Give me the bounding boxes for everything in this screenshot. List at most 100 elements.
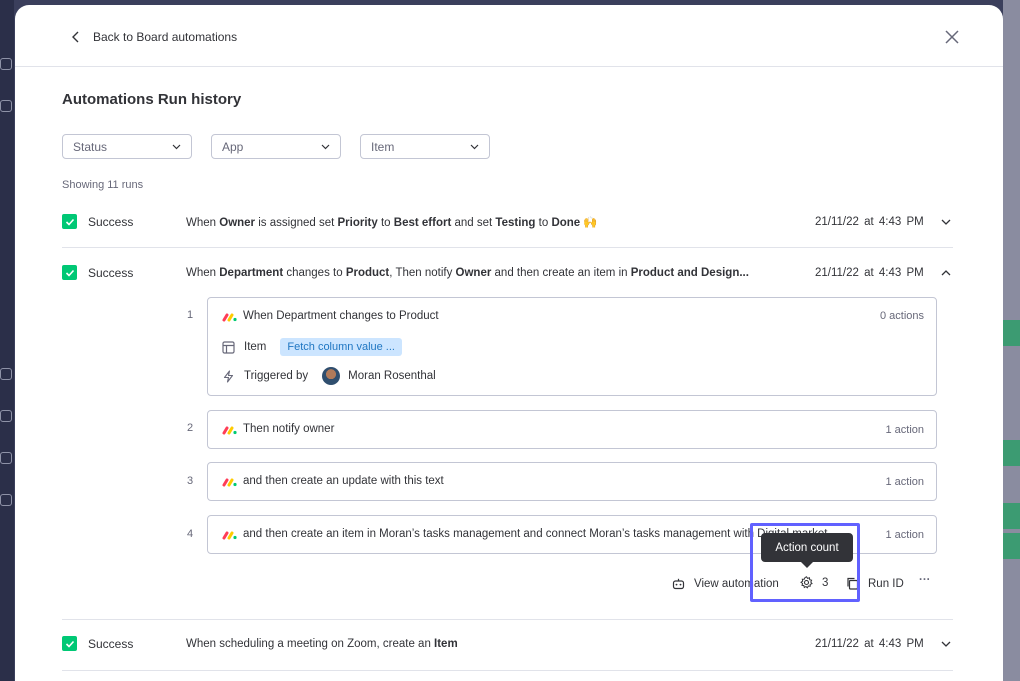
chevron-down-icon[interactable] [941,639,951,649]
description-keyword: Product [345,267,390,279]
lightning-icon [223,369,234,383]
step-actions: 0 actions [879,310,924,322]
chevron-down-icon [172,144,181,150]
filter-label: App [222,139,244,154]
step-number: 1 [187,309,194,321]
app-filter-dropdown[interactable]: App [211,134,341,159]
run-date: 21/11/22 at 4:43 PM [815,638,924,650]
run-status: Success [88,215,134,229]
step-actions: 1 action [885,424,924,436]
background-status-cell [1003,320,1020,346]
description-keyword: Priority [337,217,378,229]
description-text: When [186,217,220,229]
fetch-column-value-chip[interactable]: Fetch column value ... [280,338,402,356]
back-to-board-automations-link[interactable]: Back to Board automations [71,30,237,44]
calendar-icon [0,368,12,380]
step-text: When Department changes to Product [243,310,439,322]
filter-label: Item [371,139,395,154]
description-text: is assigned set [255,217,338,229]
status-filter-dropdown[interactable]: Status [62,134,192,159]
modal-header: Back to Board automations [15,5,1003,67]
description-keyword: Owner [455,267,492,279]
step-number: 4 [187,528,194,540]
more-options-button[interactable]: ··· [919,574,931,586]
help-icon [0,494,12,506]
run-description: When Department changes to Product, Then… [186,267,749,279]
description-keyword: Product and Design... [630,267,749,279]
robot-icon [672,578,685,590]
description-text: When [186,267,220,279]
runs-count: Showing 11 runs [62,179,144,191]
monday-logo-icon [222,313,237,322]
run-row[interactable]: Success When Owner is assigned set Prior… [62,214,953,234]
search-icon [0,452,12,464]
step-actions: 1 action [885,476,924,488]
description-keyword: Done [551,217,581,229]
divider [62,247,953,248]
description-text: and then create an item in [491,267,631,279]
item-label: Item [244,341,267,353]
run-status: Success [88,266,134,280]
step-card: and then create an update with this text… [207,462,937,501]
description-keyword: Department [219,267,284,279]
monday-logo-icon [222,426,237,435]
triggered-user[interactable]: Moran Rosenthal [348,370,436,382]
item-filter-dropdown[interactable]: Item [360,134,490,159]
run-id-label: Run ID [868,577,904,590]
step-text: and then create an update with this text [243,475,444,487]
description-keyword: Testing [495,217,536,229]
description-keyword: Best effort [393,217,452,229]
step-text: and then create an item in Moran’s tasks… [243,528,838,540]
avatar [322,367,341,385]
back-label: Back to Board automations [93,30,238,44]
step-text: Then notify owner [243,423,335,435]
invite-icon [0,410,12,422]
step-number: 3 [187,475,194,487]
divider [62,670,953,671]
description-text: changes to [283,267,346,279]
chevron-left-icon [72,31,79,43]
chevron-down-icon[interactable] [941,217,951,227]
step-number: 2 [187,422,194,434]
more-icon: ··· [919,574,931,586]
monday-logo-icon [222,478,237,487]
description-keyword: Owner [219,217,256,229]
item-row: Item Fetch column value ... [222,338,402,356]
description-text: to [377,217,394,229]
bell-icon [0,58,12,70]
background-status-cell [1003,533,1020,559]
page-title: Automations Run history [62,91,242,108]
chevron-up-icon[interactable] [941,268,951,278]
run-date: 21/11/22 at 4:43 PM [815,267,924,279]
run-description: When Owner is assigned set Priority to B… [186,215,598,229]
description-text: 🙌 [580,217,598,229]
highlight-box [750,523,860,602]
chevron-down-icon [470,144,479,150]
run-date: 21/11/22 at 4:43 PM [815,216,924,228]
description-keyword: Item [434,638,458,650]
run-description: When scheduling a meeting on Zoom, creat… [186,638,458,650]
inbox-icon [0,100,12,112]
step-actions: 1 action [877,529,924,541]
divider [62,619,953,620]
description-text: , Then notify [389,267,456,279]
triggered-by-row: Triggered by Moran Rosenthal [222,367,436,385]
success-check-icon [62,214,77,229]
background-status-cell [1003,440,1020,466]
item-board-icon [222,340,235,354]
run-row[interactable]: Success When Department changes to Produ… [62,265,953,285]
run-status: Success [88,637,134,651]
close-icon[interactable] [944,29,960,45]
success-check-icon [62,636,77,651]
description-text: and set [451,217,496,229]
description-text: to [535,217,552,229]
filter-label: Status [73,139,108,154]
run-row[interactable]: Success When scheduling a meeting on Zoo… [62,636,953,656]
monday-logo-icon [222,531,237,540]
step-card: When Department changes to Product 0 act… [207,297,937,396]
chevron-down-icon [321,144,330,150]
step-card: Then notify owner 1 action [207,410,937,449]
success-check-icon [62,265,77,280]
background-status-cell [1003,503,1020,529]
run-history-modal: Back to Board automations Automations Ru… [15,5,1003,681]
